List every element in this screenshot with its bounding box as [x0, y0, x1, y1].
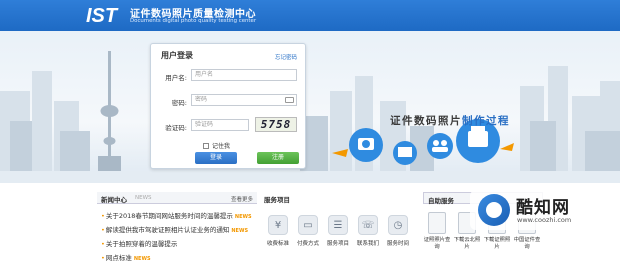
services-title: 服务项目 [264, 196, 290, 204]
news-item[interactable]: 网点标准NEWS [101, 251, 257, 265]
news-item[interactable]: 关于2018春节期间网站服务时间的温馨提示NEWS [101, 209, 257, 223]
service-items[interactable]: ☰ 服务项目 [324, 207, 352, 257]
phone-icon: ☏ [358, 215, 378, 235]
username-label: 用户名: [165, 74, 187, 82]
service-label: 服务项目 [326, 241, 349, 247]
news-more-link[interactable]: 查看更多 [231, 195, 253, 203]
price-icon: ¥ [268, 215, 288, 235]
news-item[interactable]: 关于拍照穿着的温馨提示 [101, 237, 257, 251]
list-icon: ☰ [328, 215, 348, 235]
svg-text:IST: IST [86, 5, 119, 26]
captcha-image[interactable]: 5758 [255, 117, 297, 132]
watermark-logo-icon [478, 194, 510, 226]
news-item-text[interactable]: 关于2018春节期间网站服务时间的温馨提示 [106, 212, 233, 220]
service-payment[interactable]: ▭ 付费方式 [294, 207, 322, 257]
keyboard-icon[interactable] [285, 97, 294, 103]
remember-label: 记住我 [212, 143, 231, 150]
news-item-text[interactable]: 解读提供我市驾驶证照相片认证业务的通知 [106, 226, 230, 234]
news-item-text[interactable]: 网点标准 [106, 254, 132, 262]
login-title: 用户登录 [161, 51, 193, 60]
username-input[interactable]: 用户名 [191, 69, 297, 81]
login-panel: 用户登录 忘记密码 用户名: 用户名 密码: 密码 验证码: 验证码 5758 … [150, 43, 306, 169]
watermark: 酷知网 www.coozhi.com [470, 190, 620, 230]
news-header: 新闻中心 NEWS 查看更多 [97, 192, 257, 204]
news-item-text[interactable]: 关于拍照穿着的温馨提示 [106, 240, 178, 248]
services-section: 服务项目 ¥ 收费标准 ▭ 付费方式 ☰ 服务项目 ☏ 联系我们 ◷ 服务时间 [264, 192, 414, 268]
selfhelp-label: 证照照片查询 [423, 237, 451, 250]
news-section: 新闻中心 NEWS 查看更多 关于2018春节期间网站服务时间的温馨提示NEWS… [97, 192, 257, 268]
remember-checkbox[interactable] [203, 142, 209, 149]
news-tag: NEWS [133, 256, 151, 262]
service-hours[interactable]: ◷ 服务时间 [384, 207, 412, 257]
news-title: 新闻中心 [101, 196, 127, 204]
clock-icon: ◷ [388, 215, 408, 235]
selfhelp-label: 下载证照照片 [483, 237, 511, 250]
captcha-label: 验证码: [165, 124, 187, 132]
document-icon [428, 212, 446, 234]
selfhelp-title: 自助服务 [428, 197, 454, 205]
site-subtitle: Documents digital photo quality testing … [130, 18, 257, 24]
news-tag: NEWS [231, 228, 249, 234]
password-placeholder: 密码 [195, 96, 208, 103]
password-input[interactable]: 密码 [191, 94, 297, 106]
news-list: 关于2018春节期间网站服务时间的温馨提示NEWS 解读提供我市驾驶证照相片认证… [101, 209, 257, 265]
slogan-accent: 制作过程 [462, 115, 510, 127]
captcha-input[interactable]: 验证码 [191, 119, 249, 131]
news-title-en: NEWS [135, 195, 152, 201]
remember-me[interactable]: 记住我 [203, 141, 230, 150]
forgot-password-link[interactable]: 忘记密码 [275, 53, 297, 61]
news-item[interactable]: 解读提供我市驾驶证照相片认证业务的通知NEWS [101, 223, 257, 237]
service-price[interactable]: ¥ 收费标准 [264, 207, 292, 257]
password-label: 密码: [171, 99, 187, 107]
service-label: 收费标准 [266, 241, 289, 247]
service-contact[interactable]: ☏ 联系我们 [354, 207, 382, 257]
register-button[interactable]: 注册 [257, 152, 299, 164]
news-tag: NEWS [234, 214, 252, 220]
selfhelp-label: 中国证件查询 [513, 237, 541, 250]
service-label: 联系我们 [356, 241, 379, 247]
service-label: 付费方式 [296, 241, 319, 247]
site-header: IST 证件数码照片质量检测中心 Documents digital photo… [0, 0, 620, 31]
ist-logo[interactable]: IST [86, 4, 126, 26]
selfhelp-label: 下载云北照片 [453, 237, 481, 250]
watermark-url: www.coozhi.com [517, 216, 572, 224]
service-label: 服务时间 [386, 241, 409, 247]
banner-slogan: 证件数码照片制作过程 [390, 113, 510, 128]
slogan-main: 证件数码照片 [390, 115, 462, 127]
selfhelp-photo-query[interactable]: 证照照片查询 [423, 212, 451, 251]
login-button[interactable]: 登录 [195, 152, 237, 164]
payment-icon: ▭ [298, 215, 318, 235]
hero-banner: 证件数码照片制作过程 [0, 31, 620, 183]
city-skyline-illustration [0, 51, 620, 183]
watermark-brand: 酷知网 [516, 198, 570, 218]
